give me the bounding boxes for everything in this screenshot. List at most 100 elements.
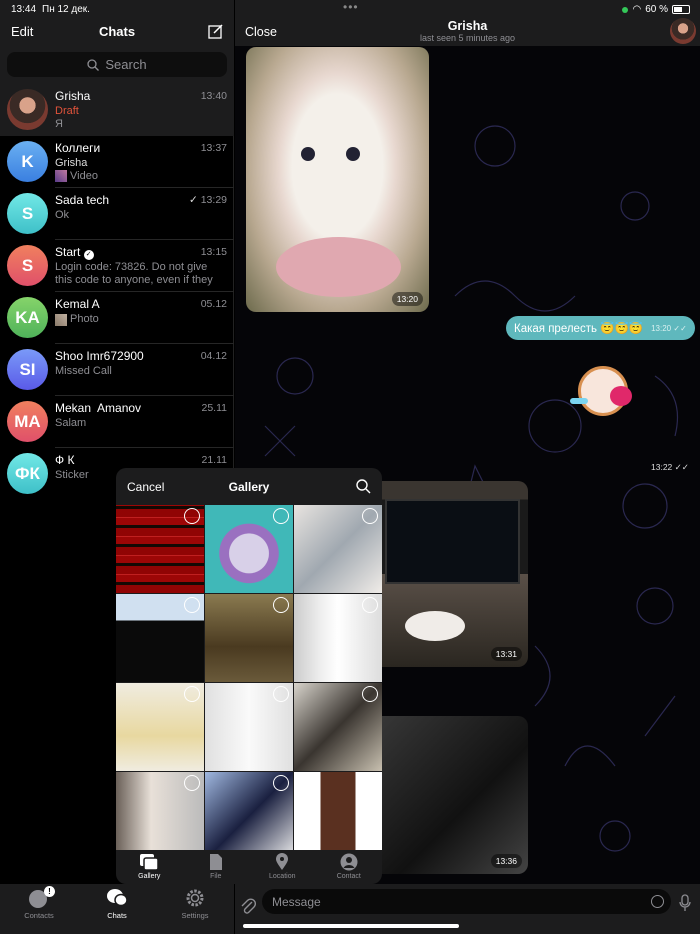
- message-time: 13:31: [490, 647, 522, 661]
- tab-label: Settings: [181, 911, 209, 920]
- tab-gallery[interactable]: Gallery: [116, 853, 182, 884]
- message-time: 13:22: [651, 462, 673, 472]
- tab-chats[interactable]: Chats: [82, 884, 152, 934]
- chat-time: 25.11: [201, 402, 228, 414]
- gallery-photo[interactable]: [116, 594, 204, 682]
- message-time: 13:36: [490, 854, 522, 868]
- gallery-icon: [140, 854, 159, 871]
- select-circle[interactable]: [362, 597, 378, 613]
- chat-title: Grisha: [447, 19, 488, 33]
- status-time: 13:44: [11, 4, 37, 15]
- chat-row-start[interactable]: S Start ✓ 13:15 Login code: 73826. Do no…: [0, 240, 234, 292]
- avatar: S: [7, 193, 48, 234]
- avatar: S: [7, 245, 48, 286]
- message-photo-cat[interactable]: 13:20: [246, 47, 429, 312]
- attach-icon[interactable]: [240, 896, 256, 916]
- select-circle[interactable]: [273, 775, 289, 791]
- cat-sweater: [276, 237, 401, 297]
- chat-time: 05.12: [200, 298, 227, 310]
- tab-contacts[interactable]: ! Contacts: [4, 884, 74, 934]
- gallery-photo[interactable]: [294, 505, 382, 593]
- multitask-dots-icon[interactable]: •••: [343, 0, 359, 14]
- select-circle[interactable]: [184, 597, 200, 613]
- select-circle[interactable]: [273, 508, 289, 524]
- gallery-photo[interactable]: [205, 594, 293, 682]
- contact-icon: [340, 853, 358, 871]
- avatar: SI: [7, 349, 48, 390]
- tab-label: Contact: [336, 873, 361, 880]
- select-circle[interactable]: [362, 508, 378, 524]
- sticker-sheep-heart[interactable]: [570, 356, 640, 428]
- chat-row-mekan[interactable]: MA Mekan Amanov 25.11 Salam: [0, 396, 234, 448]
- tab-location[interactable]: Location: [249, 853, 315, 884]
- chat-preview-text: Photo: [70, 313, 99, 325]
- chat-row-sada-tech[interactable]: S Sada tech ✓ 13:29 Ok: [0, 188, 234, 240]
- tab-settings[interactable]: Settings: [160, 884, 230, 934]
- gallery-photo[interactable]: [205, 683, 293, 771]
- search-placeholder: Search: [105, 57, 147, 72]
- chat-row-kemal[interactable]: KA Kemal A 05.12 Photo: [0, 292, 234, 344]
- chat-name: Grisha: [55, 89, 91, 103]
- select-circle[interactable]: [273, 597, 289, 613]
- chat-time: 13:15: [200, 246, 227, 258]
- search-icon: [87, 58, 100, 71]
- chat-status: last seen 5 minutes ago: [419, 33, 516, 43]
- tab-file[interactable]: File: [183, 853, 249, 884]
- select-circle[interactable]: [184, 775, 200, 791]
- gallery-photo[interactable]: [294, 683, 382, 771]
- draft-label: Draft: [55, 105, 79, 117]
- chat-preview: Photo: [55, 313, 227, 326]
- gallery-photo[interactable]: [116, 683, 204, 771]
- avatar: K: [7, 141, 48, 182]
- select-circle[interactable]: [362, 775, 378, 791]
- select-circle[interactable]: [184, 508, 200, 524]
- tab-label: Location: [269, 873, 296, 880]
- chat-list-header: 13:44 Пн 12 дек. Edit Chats Search: [0, 0, 234, 84]
- location-pin-icon: [276, 853, 289, 870]
- message-photo-desk[interactable]: 13:31: [365, 481, 528, 667]
- attachment-type-tabs: Gallery File Location Contact: [116, 850, 382, 884]
- microphone-icon[interactable]: [679, 894, 691, 912]
- page-title: Chats: [98, 24, 136, 39]
- compose-icon[interactable]: [208, 24, 223, 39]
- cancel-button[interactable]: Cancel: [127, 480, 164, 494]
- status-indicators: ◠ 60 %: [622, 4, 690, 15]
- gear-icon: [186, 889, 204, 907]
- select-circle[interactable]: [273, 686, 289, 702]
- tab-label: File: [210, 873, 222, 880]
- chat-row-grisha[interactable]: Grisha 13:40 Draft Я: [0, 84, 234, 136]
- tab-label: Contacts: [24, 911, 54, 920]
- coffee-cup: [405, 611, 465, 641]
- avatar: ФК: [7, 453, 48, 494]
- gallery-photo[interactable]: [294, 772, 382, 850]
- gallery-photo[interactable]: [116, 505, 204, 593]
- gallery-photo[interactable]: [294, 594, 382, 682]
- gallery-grid: [116, 505, 382, 850]
- sticker-icon[interactable]: [651, 895, 664, 908]
- chat-name: Start ✓: [55, 245, 94, 260]
- message-bubble-outgoing[interactable]: Какая прелесть 😇😇😇 13:20 ✓✓: [506, 316, 695, 340]
- avatar: [7, 89, 48, 130]
- photo-thumb-icon: [55, 313, 67, 326]
- contacts-badge: !: [44, 886, 55, 897]
- message-photo-device[interactable]: 13:36: [365, 716, 528, 874]
- edit-button[interactable]: Edit: [11, 24, 33, 39]
- chat-avatar[interactable]: [670, 18, 696, 44]
- chat-row-kollegi[interactable]: K Коллеги 13:37 Grisha Video: [0, 136, 234, 188]
- tab-contact[interactable]: Contact: [316, 853, 382, 884]
- file-icon: [209, 854, 222, 870]
- chat-row-shoo[interactable]: SI Shoo Imr672900 04.12 Missed Call: [0, 344, 234, 396]
- chat-header: ••• ◠ 60 % Close Grisha last seen 5 minu…: [235, 0, 700, 46]
- message-input[interactable]: Message: [262, 889, 671, 914]
- check-icon: ✓: [189, 194, 201, 206]
- search-input[interactable]: Search: [7, 52, 227, 77]
- message-placeholder: Message: [272, 895, 321, 909]
- select-circle[interactable]: [184, 686, 200, 702]
- select-circle[interactable]: [362, 686, 378, 702]
- gallery-photo[interactable]: [205, 772, 293, 850]
- search-icon[interactable]: [356, 479, 371, 494]
- chat-preview: Missed Call: [55, 365, 112, 377]
- gallery-photo[interactable]: [116, 772, 204, 850]
- gallery-photo[interactable]: [205, 505, 293, 593]
- monitor-screen: [385, 499, 520, 584]
